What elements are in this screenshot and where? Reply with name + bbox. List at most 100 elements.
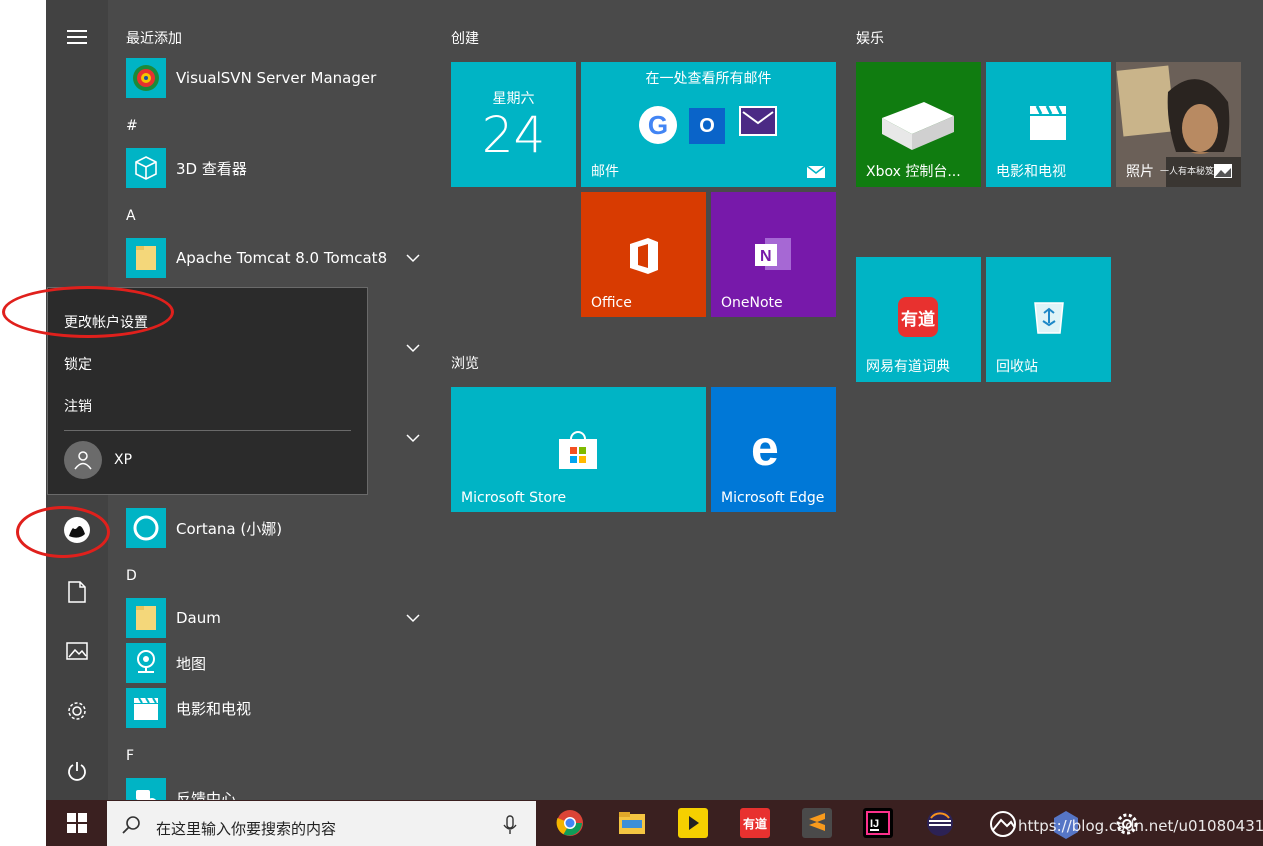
youdao-icon[interactable]: 有道	[740, 808, 770, 838]
calendar-weekday: 星期六	[492, 91, 535, 107]
tile-label: Microsoft Store	[461, 490, 567, 506]
app-label: 电影和电视	[176, 699, 252, 718]
app-cortana[interactable]: Cortana (小娜)	[126, 508, 426, 548]
edge-icon: e	[751, 420, 779, 476]
flyout-divider	[64, 430, 351, 431]
recent-header: 最近添加	[126, 31, 182, 47]
app-daum[interactable]: Daum	[126, 598, 426, 638]
sign-out-item[interactable]: 注销	[64, 396, 92, 416]
office-tile[interactable]: Office	[581, 192, 706, 317]
app-maps[interactable]: 地图	[126, 643, 426, 683]
person-icon	[74, 451, 92, 470]
tile-label: Microsoft Edge	[721, 490, 825, 506]
app-feedback-hub[interactable]: 反馈中心	[126, 778, 426, 800]
recycle-bin-tile[interactable]: 回收站	[986, 257, 1111, 382]
app-label: 反馈中心	[176, 790, 237, 800]
shopping-bag-icon	[559, 431, 597, 469]
folder-icon	[126, 598, 166, 638]
cube-icon	[126, 148, 166, 188]
intellij-icon[interactable]: IJ	[863, 808, 893, 838]
tile-label: 照片	[1126, 164, 1154, 180]
photos-tile[interactable]: 一人有本秘笈 照片	[1116, 62, 1241, 187]
chevron-down-icon[interactable]	[406, 343, 420, 353]
store-tile[interactable]: Microsoft Store	[451, 387, 706, 512]
microphone-icon[interactable]	[503, 815, 517, 835]
hamburger-icon[interactable]	[62, 22, 92, 52]
player-icon[interactable]	[678, 808, 708, 838]
section-letter-hash[interactable]: #	[126, 118, 138, 134]
taskbar-search-box[interactable]: 在这里输入你要搜索的内容	[107, 801, 536, 846]
cortana-icon	[126, 508, 166, 548]
app-movies-tv[interactable]: 电影和电视	[126, 688, 426, 728]
search-icon	[122, 816, 140, 834]
youdao-icon: 有道	[898, 297, 938, 337]
search-placeholder: 在这里输入你要搜索的内容	[156, 820, 337, 838]
xbox-console-icon	[882, 102, 954, 150]
file-explorer-icon[interactable]	[617, 808, 647, 838]
group-title-entertainment[interactable]: 娱乐	[856, 28, 884, 48]
calendar-day: 24	[481, 106, 546, 164]
document-icon[interactable]	[62, 577, 92, 607]
tile-label: OneNote	[721, 295, 783, 311]
calendar-tile[interactable]: 星期六 24	[451, 62, 576, 187]
user-name[interactable]: XP	[114, 452, 132, 468]
movies-tv-tile[interactable]: 电影和电视	[986, 62, 1111, 187]
edge-tile[interactable]: e Microsoft Edge	[711, 387, 836, 512]
app-visualsvn[interactable]: VisualSVN Server Manager	[126, 58, 426, 98]
mail-headline: 在一处查看所有邮件	[645, 71, 772, 87]
chrome-icon[interactable]	[555, 808, 585, 838]
watermark-url: https://blog.csdn.net/u010804317	[1018, 817, 1263, 835]
power-icon[interactable]	[62, 756, 92, 786]
app-label: Daum	[176, 609, 221, 627]
chevron-down-icon[interactable]	[406, 433, 420, 443]
chevron-down-icon[interactable]	[406, 253, 420, 263]
eclipse-icon[interactable]	[925, 808, 955, 838]
google-icon: G	[639, 106, 677, 144]
envelope-icon	[739, 106, 777, 136]
tile-label: Office	[591, 295, 632, 311]
youdao-tile[interactable]: 有道 网易有道词典	[856, 257, 981, 382]
tile-label: 网易有道词典	[866, 359, 950, 375]
photo-app-icon[interactable]	[987, 810, 1019, 838]
settings-gear-icon[interactable]	[62, 696, 92, 726]
section-letter-d[interactable]: D	[126, 568, 137, 584]
section-letter-a[interactable]: A	[126, 208, 136, 224]
visualsvn-icon	[126, 58, 166, 98]
poster-caption: 一人有本秘笈	[1160, 167, 1215, 177]
svg-text:IJ: IJ	[870, 818, 879, 830]
lock-item[interactable]: 锁定	[64, 354, 92, 374]
sublime-icon[interactable]	[802, 808, 832, 838]
pictures-icon[interactable]	[62, 636, 92, 666]
app-label: 地图	[176, 654, 207, 673]
app-label: Cortana (小娜)	[176, 519, 283, 538]
annotation-circle-avatar	[16, 506, 110, 558]
mail-tile[interactable]: 在一处查看所有邮件 G O 邮件	[581, 62, 836, 187]
image-badge-icon	[1214, 164, 1232, 178]
tile-label: 回收站	[996, 359, 1038, 375]
app-label: 3D 查看器	[176, 159, 247, 178]
app-3d-viewer[interactable]: 3D 查看器	[126, 148, 426, 188]
group-title-create[interactable]: 创建	[451, 28, 479, 48]
outlook-icon: O	[689, 108, 725, 144]
app-label: VisualSVN Server Manager	[176, 69, 377, 87]
office-icon	[630, 238, 658, 274]
xbox-tile[interactable]: Xbox 控制台...	[856, 62, 981, 187]
svg-text:N: N	[760, 248, 772, 265]
recycle-bin-icon	[1034, 302, 1064, 334]
mail-badge-icon	[806, 165, 826, 178]
tile-label: Xbox 控制台...	[866, 164, 961, 180]
user-avatar[interactable]	[64, 441, 102, 479]
tile-label: 邮件	[591, 164, 619, 180]
start-button[interactable]	[46, 800, 107, 846]
windows-logo-icon	[66, 813, 87, 833]
group-title-browse[interactable]: 浏览	[451, 353, 479, 373]
onenote-tile[interactable]: N OneNote	[711, 192, 836, 317]
app-label: Apache Tomcat 8.0 Tomcat8	[176, 249, 388, 267]
chevron-down-icon[interactable]	[406, 613, 420, 623]
film-icon	[126, 688, 166, 728]
section-letter-f[interactable]: F	[126, 748, 134, 764]
feedback-icon	[126, 778, 166, 800]
map-pin-icon	[126, 643, 166, 683]
tile-label: 电影和电视	[996, 164, 1066, 180]
app-apache-tomcat[interactable]: Apache Tomcat 8.0 Tomcat8	[126, 238, 426, 278]
